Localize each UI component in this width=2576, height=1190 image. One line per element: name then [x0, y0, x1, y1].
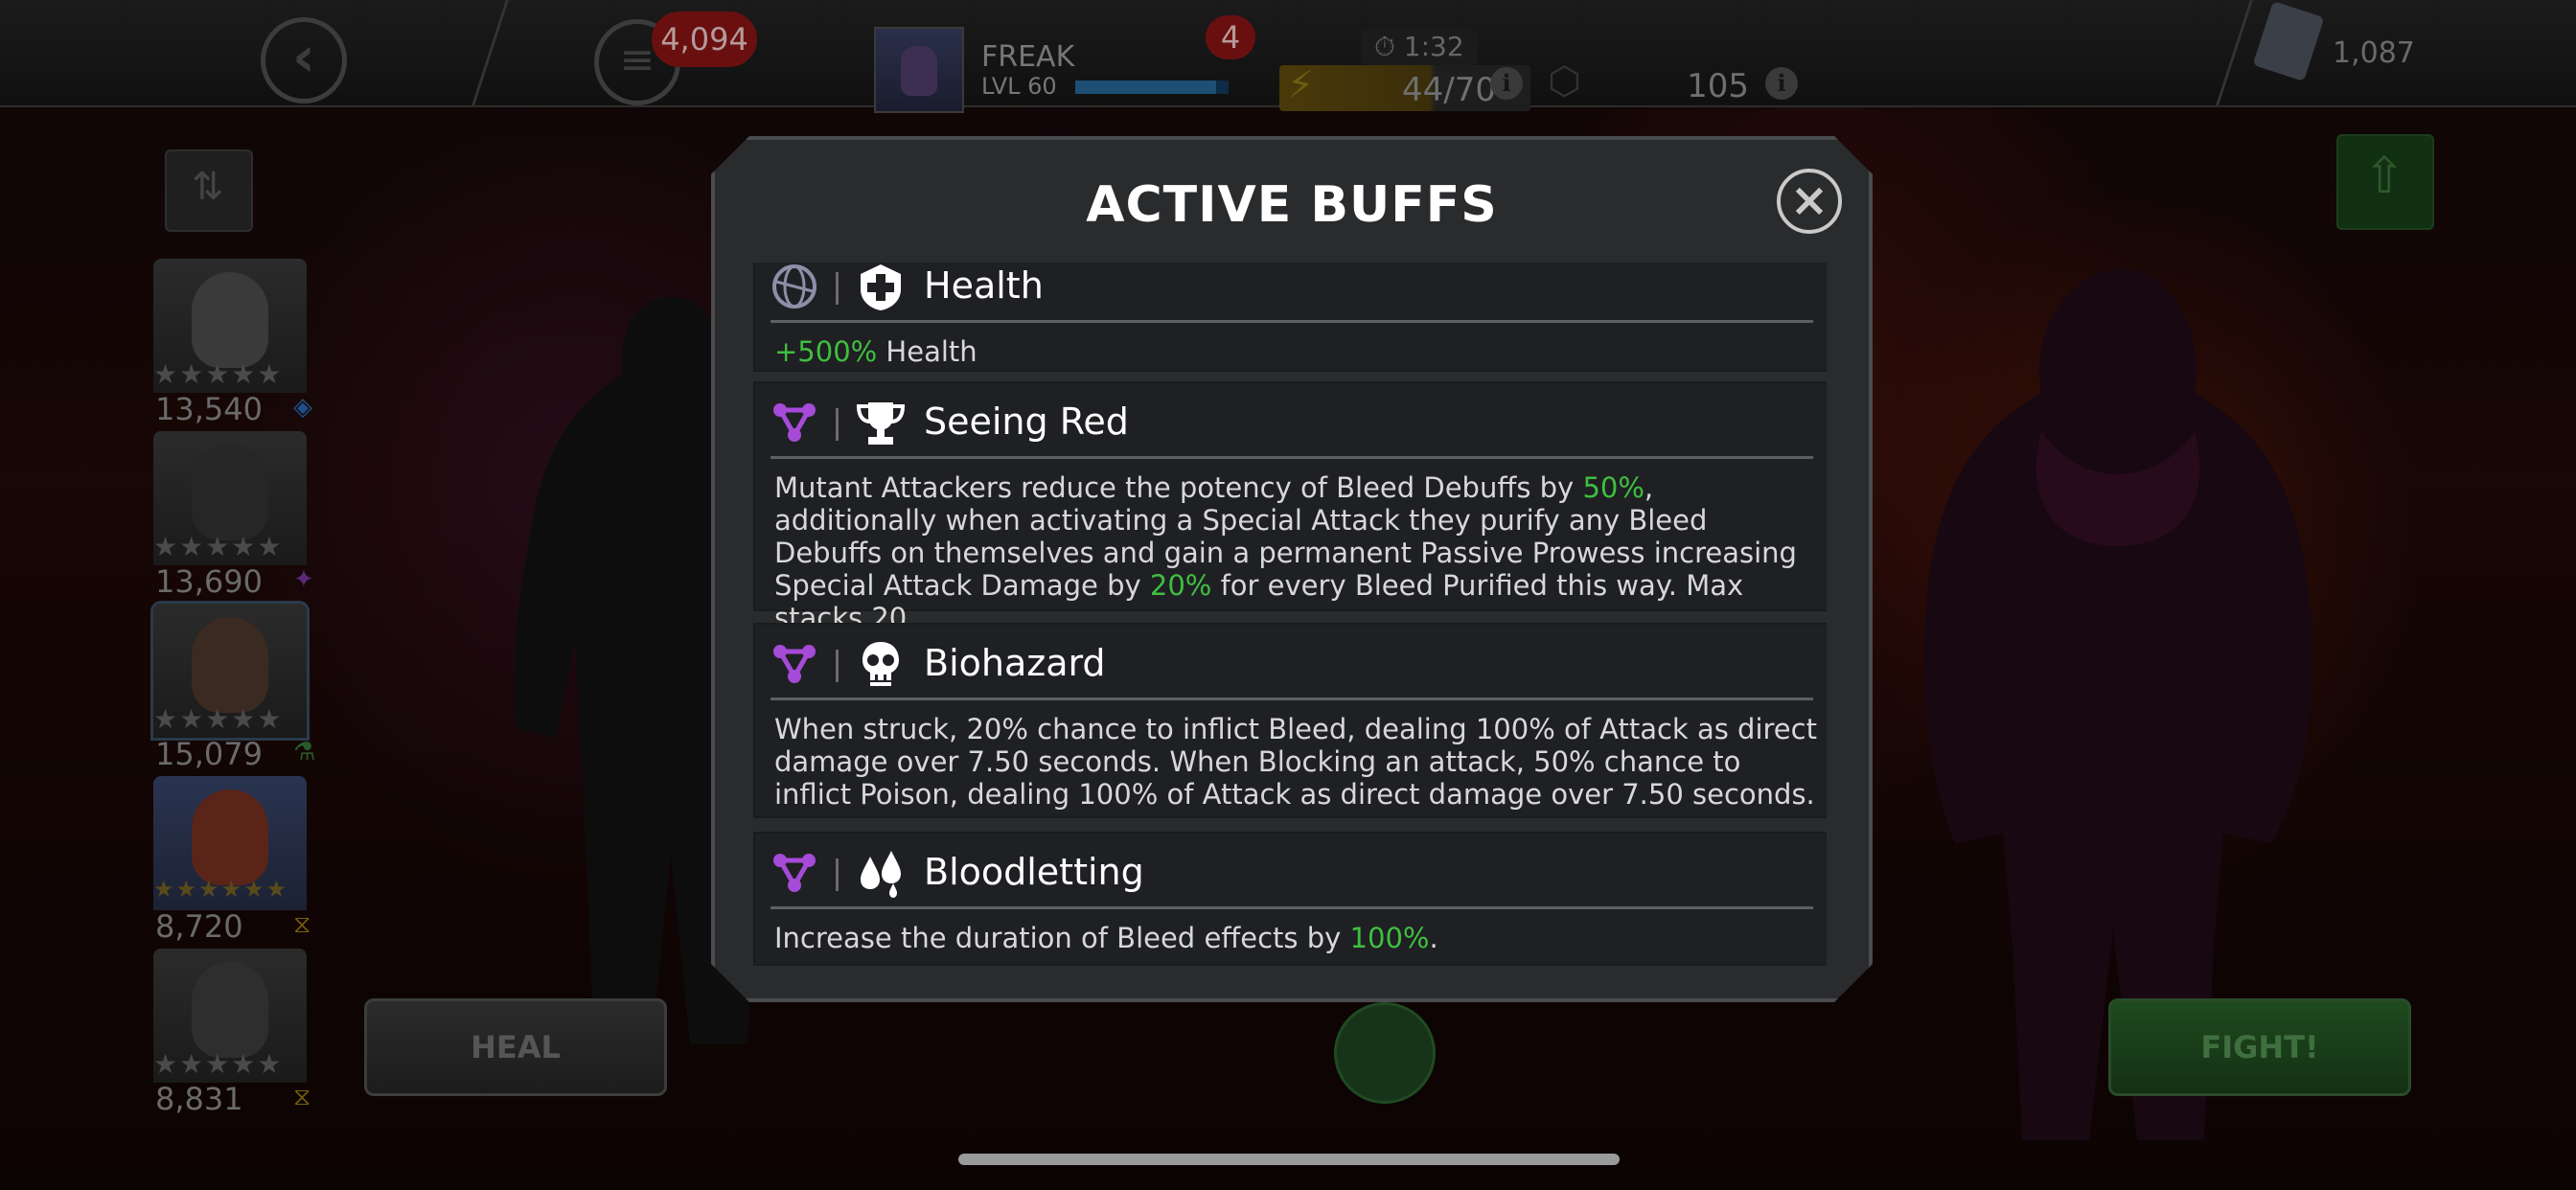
- menu-icon: ≡: [619, 35, 656, 84]
- star-rating: ★★★★★★: [153, 876, 289, 903]
- avatar: [874, 27, 964, 113]
- team-swap-button[interactable]: ⇅: [165, 149, 253, 232]
- energy-timer: ⏱ 1:32: [1361, 29, 1478, 65]
- buff-description: When struck, 20% chance to inflict Bleed…: [774, 713, 1819, 811]
- buff-name: Health: [924, 264, 1044, 307]
- star-rating: ★★★★★: [153, 703, 284, 735]
- buff-text: Increase the duration of Bleed effects b…: [774, 922, 1350, 954]
- profile-panel[interactable]: FREAK LVL 60: [874, 27, 1238, 113]
- buff-card-bloodletting: Bloodletting Increase the duration of Bl…: [753, 832, 1827, 966]
- stopwatch-icon: ⏱: [1374, 31, 1404, 62]
- buff-text: .: [1429, 922, 1438, 954]
- tech-icon: ◈: [293, 393, 312, 422]
- icon-separator: [836, 858, 839, 891]
- champion-power: 15,079: [155, 736, 263, 772]
- profile-name: FREAK: [981, 40, 1075, 74]
- topbar-divider: [462, 0, 509, 105]
- buff-value: 100%: [1349, 922, 1430, 954]
- icon-separator: [836, 272, 839, 305]
- trophy-icon: [855, 397, 907, 448]
- buff-divider: [770, 320, 1813, 323]
- xp-bar-fill: [1075, 80, 1217, 94]
- energy-info-icon[interactable]: i: [1490, 67, 1523, 100]
- mutant-icon: ⧖: [293, 910, 311, 939]
- buff-value: +500%: [774, 335, 878, 368]
- back-button[interactable]: ‹: [261, 17, 347, 103]
- champion-power: 13,540: [155, 391, 263, 427]
- heal-button[interactable]: HEAL: [364, 998, 667, 1096]
- icon-separator: [836, 650, 839, 682]
- champion-card[interactable]: ★★★★★ 15,079 ⚗: [144, 601, 322, 776]
- blood-drops-icon: [855, 847, 907, 899]
- swap-icon: ⇅: [192, 165, 224, 209]
- star-rating: ★★★★★: [153, 358, 284, 390]
- buff-divider: [770, 906, 1813, 909]
- mystic-icon: ✦: [293, 565, 314, 594]
- buff-description: Increase the duration of Bleed effects b…: [774, 922, 1819, 954]
- gold-value: 1,087: [2333, 36, 2415, 70]
- units-counter[interactable]: ⬡ 105: [1548, 59, 1787, 109]
- buff-name: Biohazard: [924, 642, 1106, 684]
- units-info-icon[interactable]: i: [1765, 67, 1798, 100]
- buff-card-health: Health +500% Health: [753, 263, 1827, 372]
- units-value: 105: [1687, 67, 1749, 105]
- champion-card[interactable]: ★★★★★ 13,690 ✦: [144, 431, 322, 604]
- buff-description: Mutant Attackers reduce the potency of B…: [774, 471, 1819, 634]
- fight-button[interactable]: FIGHT!: [2108, 998, 2411, 1096]
- buff-name: Seeing Red: [924, 400, 1129, 443]
- champion-power: 8,831: [155, 1081, 243, 1117]
- star-rating: ★★★★★: [153, 1048, 284, 1080]
- menu-badge: 4,094: [652, 11, 757, 67]
- champion-card[interactable]: ★★★★★★ 8,720 ⧖: [144, 776, 322, 949]
- active-buffs-modal: ACTIVE BUFFS × Health +500% Health Seein…: [711, 136, 1873, 1002]
- timer-value: 1:32: [1403, 31, 1464, 62]
- buff-text: Health: [877, 335, 978, 368]
- mutant-icon: ⧖: [293, 1083, 311, 1111]
- xp-bar: [1075, 80, 1229, 94]
- units-icon: ⬡: [1548, 59, 1581, 103]
- close-button[interactable]: ×: [1777, 169, 1842, 234]
- buff-divider: [770, 698, 1813, 700]
- profile-level: LVL 60: [981, 73, 1057, 100]
- buff-name: Bloodletting: [924, 851, 1144, 893]
- star-rating: ★★★★★: [153, 531, 284, 562]
- globe-icon: [770, 263, 818, 310]
- notification-badge: 4: [1206, 15, 1255, 59]
- node-icon: [770, 399, 818, 446]
- science-icon: ⚗: [293, 738, 316, 767]
- buff-text: When struck, 20% chance to inflict Bleed…: [774, 713, 1817, 811]
- health-cross-icon: [855, 263, 907, 312]
- icon-separator: [836, 408, 839, 441]
- modal-title: ACTIVE BUFFS: [1086, 176, 1498, 234]
- boost-button[interactable]: ⇧: [2336, 134, 2434, 230]
- buff-text: Mutant Attackers reduce the potency of B…: [774, 471, 1583, 504]
- buff-divider: [770, 456, 1813, 459]
- buff-value: 50%: [1582, 471, 1644, 504]
- lightning-icon: ⚡: [1287, 63, 1315, 107]
- buff-list[interactable]: Health +500% Health Seeing Red Mutant At…: [753, 263, 1827, 972]
- node-icon: [770, 849, 818, 897]
- energy-value: 44/70: [1402, 71, 1496, 109]
- champion-power: 13,690: [155, 563, 263, 600]
- champion-power: 8,720: [155, 908, 243, 945]
- arrow-up-icon: ⇧: [2363, 148, 2405, 205]
- champion-card[interactable]: ★★★★★ 8,831 ⧖: [144, 949, 322, 1121]
- buff-card-seeing-red: Seeing Red Mutant Attackers reduce the p…: [753, 381, 1827, 611]
- skull-icon: [855, 638, 907, 690]
- home-indicator[interactable]: [958, 1154, 1620, 1165]
- node-icon: [770, 640, 818, 688]
- buff-description: +500% Health: [774, 335, 1819, 368]
- support-button[interactable]: [1334, 1002, 1436, 1104]
- buff-value: 20%: [1149, 569, 1212, 602]
- buff-card-biohazard: Biohazard When struck, 20% chance to inf…: [753, 623, 1827, 818]
- champion-card[interactable]: ★★★★★ 13,540 ◈: [144, 259, 322, 431]
